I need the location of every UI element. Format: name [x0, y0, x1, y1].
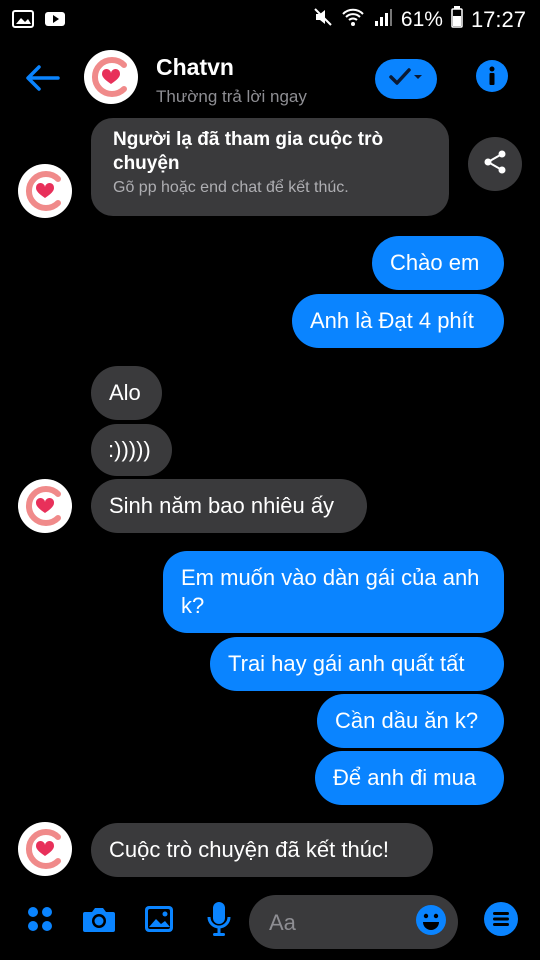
emoji-button[interactable]	[414, 904, 448, 941]
status-bar: 61% 17:27	[0, 0, 540, 38]
menu-button[interactable]	[482, 901, 520, 942]
check-dropdown-icon	[387, 67, 425, 92]
system-message-subtitle: Gõ pp hoặc end chat để kết thúc.	[113, 179, 349, 196]
message-input[interactable]	[267, 895, 411, 951]
message-bubble[interactable]: Chào em	[372, 236, 504, 290]
avatar[interactable]	[18, 479, 72, 533]
message-bubble[interactable]: Trai hay gái anh quất tất	[210, 637, 504, 691]
message-bubble[interactable]: Cần dầu ăn k?	[317, 694, 504, 748]
back-arrow-icon	[24, 63, 60, 98]
battery-icon	[451, 6, 463, 34]
message-bubble[interactable]: Em muốn vào dàn gái của anh k?	[163, 551, 504, 633]
camera-button[interactable]	[80, 902, 118, 940]
avatar[interactable]	[18, 164, 72, 218]
apps-icon	[25, 904, 55, 939]
avatar[interactable]	[18, 822, 72, 876]
image-icon	[12, 10, 34, 33]
youtube-icon	[44, 10, 66, 33]
message-bubble[interactable]: Cuộc trò chuyện đã kết thúc!	[91, 823, 433, 877]
chat-subtitle: Thường trả lời ngay	[156, 87, 307, 106]
menu-icon	[483, 901, 519, 942]
camera-icon	[81, 904, 117, 939]
system-message: Người lạ đã tham gia cuộc trò chuyện Gõ …	[91, 118, 449, 216]
share-button[interactable]	[468, 137, 522, 191]
chat-title[interactable]: Chatvn	[156, 54, 234, 81]
message-bubble[interactable]: Sinh năm bao nhiêu ấy	[91, 479, 367, 533]
emoji-icon	[415, 904, 447, 941]
mute-icon	[313, 7, 333, 33]
battery-percent: 61%	[400, 8, 443, 31]
system-message-title: Người lạ đã tham gia cuộc trò chuyện	[113, 129, 384, 174]
back-button[interactable]	[20, 58, 64, 102]
mic-icon	[206, 901, 232, 942]
avatar[interactable]	[84, 50, 138, 104]
message-input-container	[249, 895, 458, 951]
chat-header: Chatvn Thường trả lời ngay	[0, 38, 540, 120]
mic-button[interactable]	[200, 901, 238, 941]
message-bubble[interactable]: Để anh đi mua	[315, 751, 504, 805]
share-icon	[482, 149, 508, 180]
clock: 17:27	[470, 7, 526, 32]
gallery-icon	[143, 904, 175, 939]
message-bubble[interactable]: Alo	[91, 366, 162, 420]
apps-button[interactable]	[22, 903, 58, 939]
wifi-icon	[341, 7, 365, 33]
message-bubble[interactable]: :)))))	[91, 424, 172, 476]
info-button[interactable]	[473, 59, 511, 97]
composer	[0, 892, 540, 960]
info-icon	[475, 59, 509, 98]
gallery-button[interactable]	[140, 902, 178, 940]
check-dropdown-button[interactable]	[375, 59, 437, 99]
signal-icon	[373, 7, 393, 33]
message-bubble[interactable]: Anh là Đạt 4 phít	[292, 294, 504, 348]
